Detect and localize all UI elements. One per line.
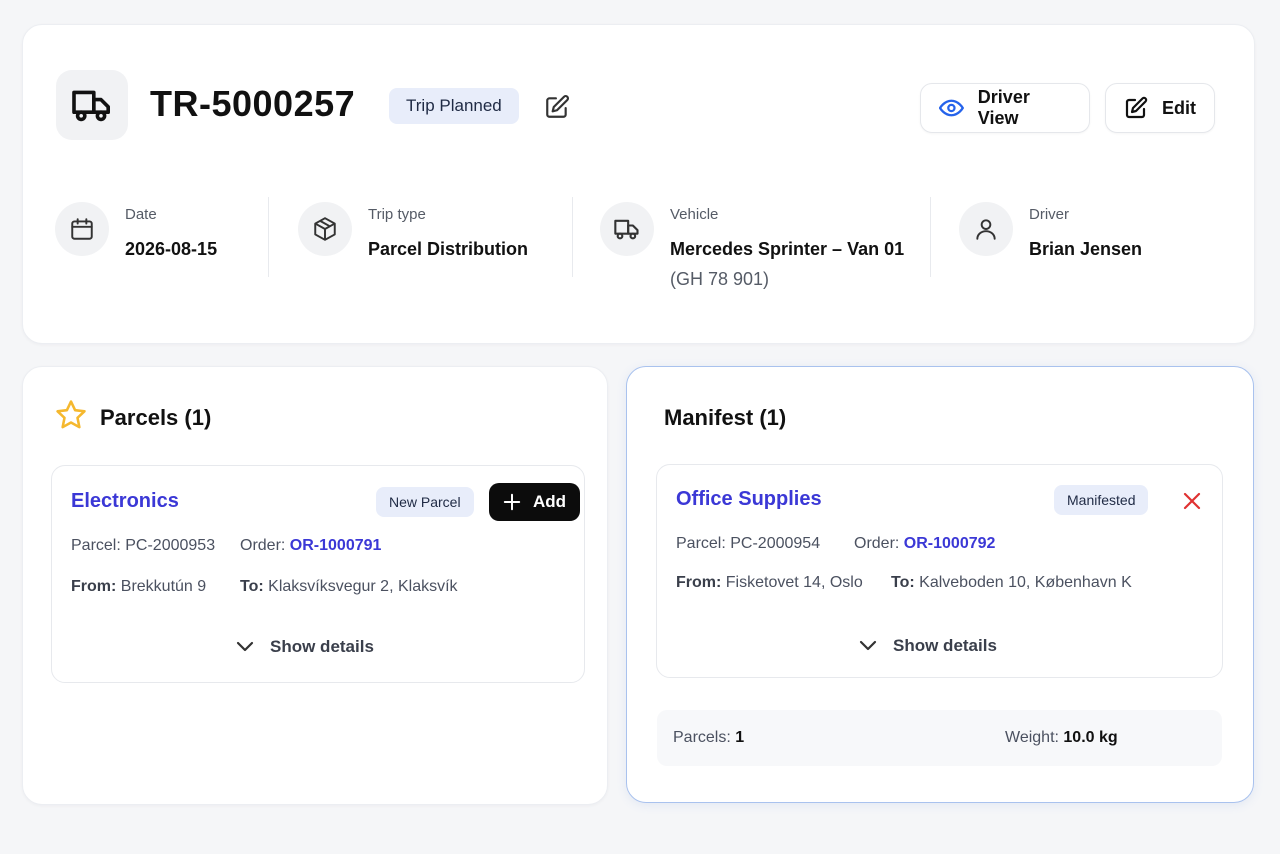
chevron-down-icon [859,640,877,651]
calendar-icon [71,218,93,240]
from-value: Fisketovet 14, Oslo [725,574,863,591]
manifest-title: Manifest (1) [664,405,787,430]
driver-view-label: Driver View [977,87,1030,128]
edit-title-button[interactable] [543,93,571,121]
truck-tile [56,70,128,140]
show-details-button[interactable]: Show details [236,637,374,657]
driver-view-button[interactable]: Driver View [920,83,1090,133]
order-id-row: Order: OR-1000792 [854,535,995,553]
star-icon[interactable] [54,398,88,432]
order-id-link[interactable]: OR-1000791 [290,537,382,554]
info-trip-type-value: Parcel Distribution [368,239,529,259]
manifest-item-card: Office Supplies Manifested Parcel: PC-20… [656,464,1223,678]
trip-status-badge: Trip Planned [389,88,519,124]
parcel-item-card: Electronics New Parcel Add Parcel: PC-20… [51,465,585,683]
summary-weight-label: Weight: [1005,729,1059,746]
parcel-id-value: PC-2000953 [125,537,216,554]
to-label: To: [240,578,264,595]
truck-icon-wrap [600,202,654,256]
from-row: From: Brekkutún 9 [71,578,206,596]
vehicle-plate: (GH 78 901) [670,269,770,289]
parcel-id-value: PC-2000954 [730,535,821,552]
manifest-card: Manifest (1) Office Supplies Manifested … [626,366,1254,803]
parcels-title: Parcels (1) [100,405,212,430]
edit-button[interactable]: Edit [1105,83,1215,133]
edit-label: Edit [1162,97,1196,118]
parcel-id-label: Parcel: [676,535,726,552]
summary-weight-value: 10.0 kg [1063,729,1118,746]
info-trip-type: Trip type Parcel Distribution [298,202,528,264]
from-label: From: [676,574,722,591]
edit-icon [1125,96,1148,119]
edit-icon [546,95,569,118]
new-parcel-badge: New Parcel [376,487,474,517]
manifested-badge: Manifested [1054,485,1149,515]
show-details-button[interactable]: Show details [859,636,997,656]
remove-manifest-item-button[interactable] [1179,488,1205,514]
info-vehicle: Vehicle Mercedes Sprinter – Van 01 (GH 7… [600,202,904,294]
vehicle-name: Mercedes Sprinter – Van 01 [670,239,905,259]
info-date-label: Date [125,206,157,223]
divider [930,197,931,277]
trip-header-card: TR-5000257 Trip Planned Driver View Edit… [22,24,1255,344]
to-value: Klaksvíksvegur 2, Klaksvík [268,578,458,595]
to-row: To: Klaksvíksvegur 2, Klaksvík [240,578,458,596]
show-details-label: Show details [893,636,997,655]
box-icon [314,217,336,241]
divider [572,197,573,277]
summary-parcels: Parcels: 1 [673,729,744,747]
info-driver-value: Brian Jensen [1029,239,1143,259]
divider [268,197,269,277]
user-icon [976,219,996,240]
summary-parcels-label: Parcels: [673,729,731,746]
parcel-id-label: Parcel: [71,537,121,554]
info-date-value: 2026-08-15 [125,239,218,259]
calendar-icon-wrap [55,202,109,256]
parcel-id-row: Parcel: PC-2000953 [71,537,215,555]
show-details-label: Show details [270,637,374,656]
info-vehicle-value: Mercedes Sprinter – Van 01 (GH 78 901) [670,234,904,294]
add-label: Add [533,492,567,511]
from-value: Brekkutún 9 [120,578,207,595]
summary-parcels-value: 1 [735,729,745,746]
order-id-link[interactable]: OR-1000792 [904,535,996,552]
info-driver-label: Driver [1029,206,1069,223]
to-row: To: Kalveboden 10, København K [891,574,1132,592]
order-id-label: Order: [854,535,900,552]
manifest-summary: Parcels: 1 Weight: 10.0 kg [657,710,1222,766]
order-id-row: Order: OR-1000791 [240,537,381,555]
truck-icon [72,90,111,122]
add-parcel-button[interactable]: Add [489,483,581,521]
parcel-id-row: Parcel: PC-2000954 [676,535,820,553]
close-icon [1183,492,1201,510]
truck-icon [614,219,639,240]
chevron-down-icon [236,641,254,652]
info-driver: Driver Brian Jensen [959,202,1142,264]
to-label: To: [891,574,915,591]
manifest-item-name[interactable]: Office Supplies [676,488,822,511]
from-label: From: [71,578,117,595]
eye-icon [939,99,964,117]
to-value: Kalveboden 10, København K [919,574,1132,591]
from-row: From: Fisketovet 14, Oslo [676,574,863,592]
parcels-card: Parcels (1) Electronics New Parcel Add P… [22,366,608,805]
info-vehicle-label: Vehicle [670,206,719,223]
order-id-label: Order: [240,537,286,554]
trip-id-title: TR-5000257 [150,83,356,124]
box-icon-wrap [298,202,352,256]
user-icon-wrap [959,202,1013,256]
parcel-item-name[interactable]: Electronics [71,490,179,513]
info-date: Date 2026-08-15 [55,202,217,264]
plus-icon [503,493,521,511]
info-trip-type-label: Trip type [368,206,426,223]
summary-weight: Weight: 10.0 kg [1005,729,1118,747]
